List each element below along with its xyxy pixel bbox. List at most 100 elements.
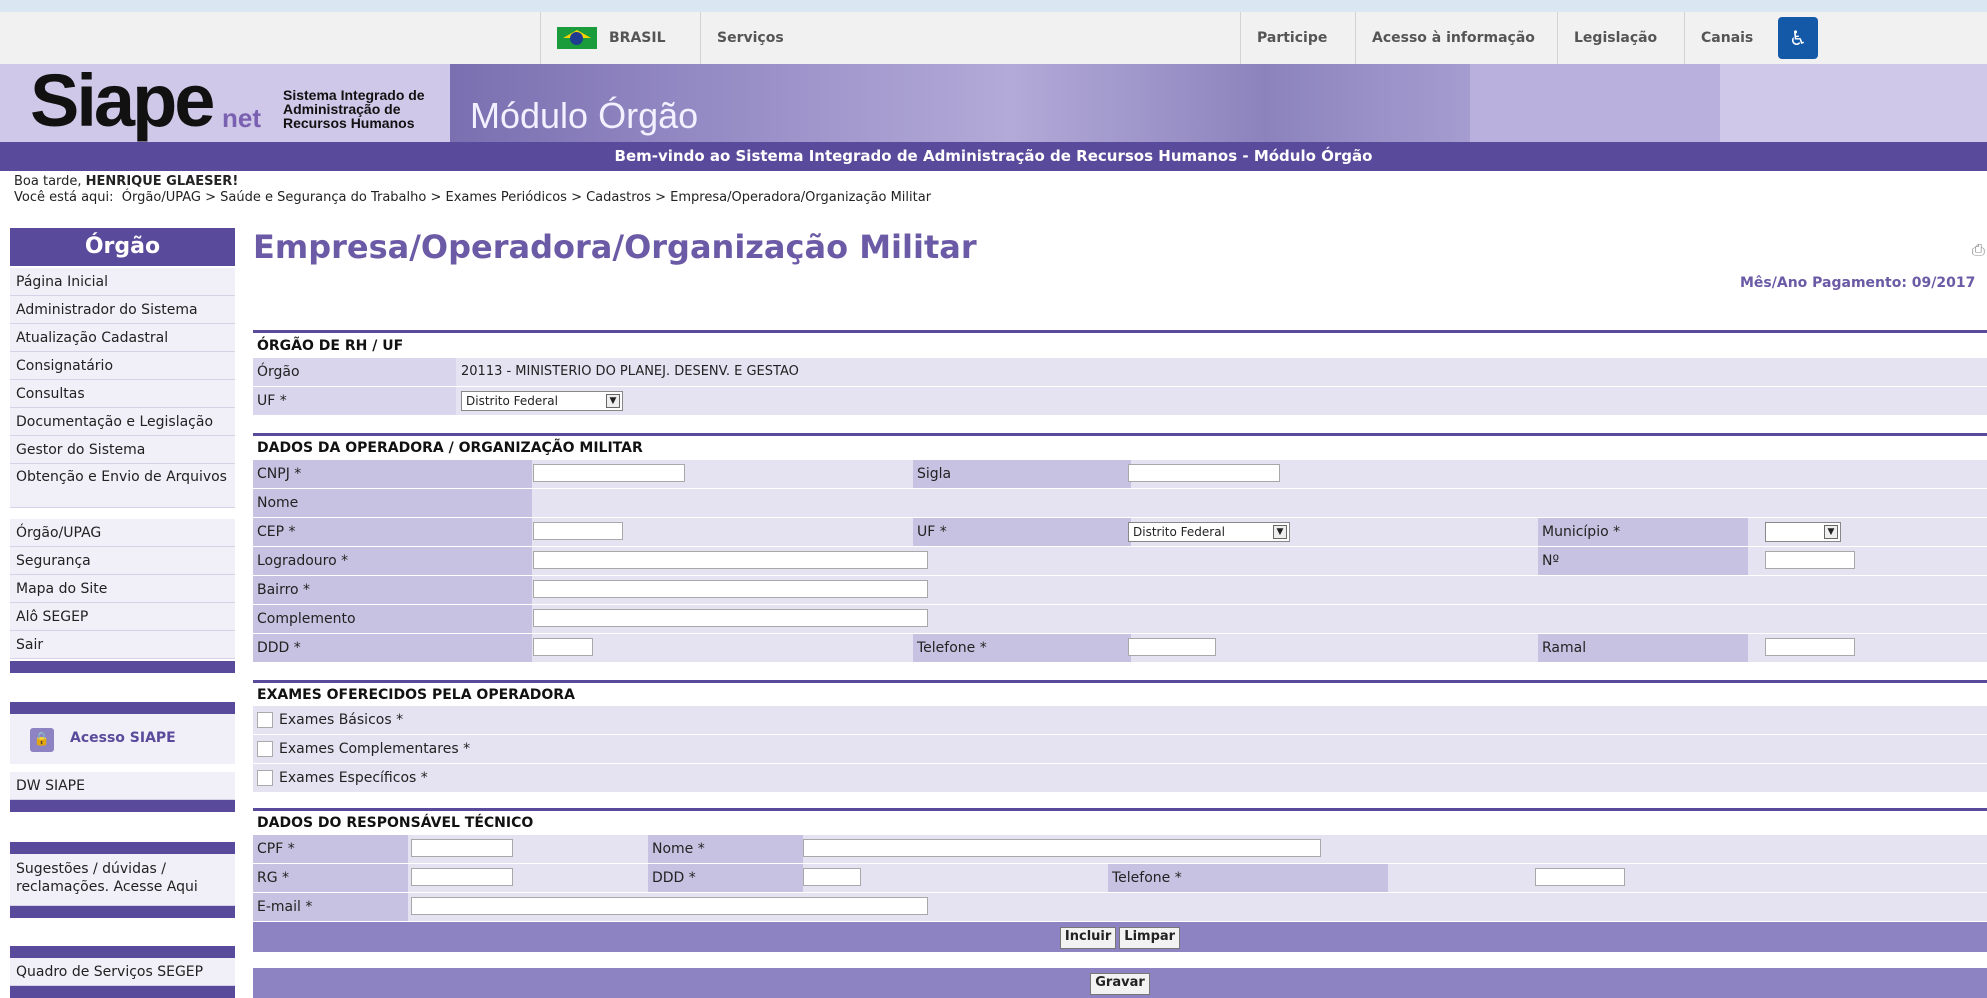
- section-responsavel-title: DADOS DO RESPONSÁVEL TÉCNICO: [257, 815, 534, 831]
- cnpj-row: CNPJ * Sigla: [253, 460, 1987, 489]
- sidebar-divider: [10, 702, 235, 714]
- gov-legislacao-link[interactable]: Legislação: [1557, 12, 1673, 64]
- greeting-user: HENRIQUE GLAESER!: [85, 174, 239, 189]
- label-cell: [1538, 547, 1748, 575]
- exames-complementares-row: Exames Complementares *: [253, 735, 1987, 764]
- cep-label: CEP *: [257, 524, 296, 540]
- bairro-input[interactable]: [533, 580, 928, 598]
- sigla-label: Sigla: [917, 466, 952, 482]
- uf-select-value: Distrito Federal: [466, 394, 558, 408]
- responsavel-buttons-bar: Incluir Limpar: [253, 922, 1987, 952]
- email-input[interactable]: [411, 897, 928, 915]
- email-label: E-mail *: [257, 899, 313, 915]
- exames-basicos-row: Exames Básicos *: [253, 706, 1987, 735]
- nome-resp-label: Nome *: [652, 841, 705, 857]
- logo-subtitle-line2: Administração de: [283, 101, 401, 117]
- sigla-input[interactable]: [1128, 464, 1280, 482]
- sidebar-item-dw-siape[interactable]: DW SIAPE: [10, 772, 235, 800]
- acesso-siape-link[interactable]: 🔒 Acesso SIAPE: [10, 714, 235, 764]
- sidebar-title: Órgão: [10, 228, 235, 266]
- cnpj-input[interactable]: [533, 464, 685, 482]
- exames-complementares-label: Exames Complementares *: [279, 741, 471, 757]
- sidebar-item-sugestoes[interactable]: Sugestões / dúvidas / reclamações. Acess…: [10, 854, 235, 906]
- header-banner-right: [1470, 64, 1720, 142]
- uf-row: UF * Distrito Federal ▼: [253, 387, 1987, 416]
- rg-input[interactable]: [411, 868, 513, 886]
- exames-basicos-checkbox[interactable]: [257, 712, 273, 728]
- gov-servicos-link[interactable]: Serviços: [700, 12, 800, 64]
- section-operadora-title: DADOS DA OPERADORA / ORGANIZAÇÃO MILITAR: [257, 440, 643, 456]
- sidebar-item-consultas[interactable]: Consultas: [10, 380, 235, 408]
- breadcrumb-path[interactable]: Órgão/UPAG > Saúde e Segurança do Trabal…: [122, 190, 931, 205]
- rg-label: RG *: [257, 870, 290, 886]
- sidebar-item-alo-segep[interactable]: Alô SEGEP: [10, 603, 235, 631]
- uf-operadora-label: UF *: [917, 524, 947, 540]
- module-title: Módulo Órgão: [470, 95, 699, 136]
- sidebar-item-sair[interactable]: Sair: [10, 631, 235, 659]
- numero-input[interactable]: [1765, 551, 1855, 569]
- gov-acesso-info-link[interactable]: Acesso à informação: [1355, 12, 1551, 64]
- sidebar-item-gestor[interactable]: Gestor do Sistema: [10, 436, 235, 464]
- sidebar-divider: [10, 661, 235, 673]
- logradouro-input[interactable]: [533, 551, 928, 569]
- rg-row: RG * DDD * Telefone *: [253, 864, 1987, 893]
- uf-select[interactable]: Distrito Federal ▼: [461, 391, 623, 411]
- mes-ano-pagamento: Mês/Ano Pagamento: 09/2017: [1740, 275, 1976, 291]
- nome-row: Nome: [253, 489, 1987, 518]
- limpar-button[interactable]: Limpar: [1119, 927, 1181, 949]
- sidebar-item-obtencao[interactable]: Obtenção e Envio de Arquivos: [10, 464, 235, 508]
- cpf-input[interactable]: [411, 839, 513, 857]
- sidebar-item-orgao-upag[interactable]: Órgão/UPAG: [10, 519, 235, 547]
- telefone-resp-input[interactable]: [1535, 868, 1625, 886]
- gravar-button[interactable]: Gravar: [1090, 973, 1150, 995]
- uf-label: UF *: [257, 393, 287, 409]
- municipio-select[interactable]: ▼: [1765, 522, 1841, 542]
- ddd-resp-input[interactable]: [803, 868, 861, 886]
- page-title: Empresa/Operadora/Organização Militar: [253, 228, 977, 266]
- breadcrumb: Você está aqui: Órgão/UPAG > Saúde e Seg…: [14, 190, 931, 206]
- welcome-bar: Bem-vindo ao Sistema Integrado de Admini…: [0, 142, 1987, 171]
- sidebar-item-pagina-inicial[interactable]: Página Inicial: [10, 268, 235, 296]
- complemento-label: Complemento: [257, 611, 356, 627]
- exames-basicos-option[interactable]: Exames Básicos *: [257, 706, 403, 734]
- sidebar-item-administrador[interactable]: Administrador do Sistema: [10, 296, 235, 324]
- logo-subtitle: Sistema Integrado de Administração de Re…: [283, 88, 433, 130]
- chevron-down-icon: ▼: [606, 394, 620, 408]
- gov-canais-link[interactable]: Canais: [1684, 12, 1769, 64]
- sidebar-item-atualizacao[interactable]: Atualização Cadastral: [10, 324, 235, 352]
- gov-brasil-label: BRASIL: [609, 30, 666, 46]
- bairro-label: Bairro *: [257, 582, 311, 598]
- ddd-resp-label: DDD *: [652, 870, 696, 886]
- complemento-input[interactable]: [533, 609, 928, 627]
- gov-brasil-link[interactable]: BRASIL: [540, 12, 682, 64]
- gov-participe-link[interactable]: Participe: [1240, 12, 1343, 64]
- telefone-input[interactable]: [1128, 638, 1216, 656]
- ddd-input[interactable]: [533, 638, 593, 656]
- ramal-input[interactable]: [1765, 638, 1855, 656]
- sidebar-item-mapa[interactable]: Mapa do Site: [10, 575, 235, 603]
- complemento-row: Complemento: [253, 605, 1987, 634]
- greeting-block: Boa tarde, HENRIQUE GLAESER! Você está a…: [14, 174, 931, 206]
- accessibility-icon[interactable]: ♿: [1778, 17, 1818, 59]
- logo-subtitle-line1: Sistema Integrado de: [283, 87, 425, 103]
- orgao-row: Órgão 20113 - MINISTERIO DO PLANEJ. DESE…: [253, 358, 1987, 387]
- sidebar-item-quadro[interactable]: Quadro de Serviços SEGEP: [10, 958, 235, 986]
- breadcrumb-label: Você está aqui:: [14, 190, 114, 205]
- exames-complementares-checkbox[interactable]: [257, 741, 273, 757]
- exames-especificos-checkbox[interactable]: [257, 770, 273, 786]
- sidebar-item-seguranca[interactable]: Segurança: [10, 547, 235, 575]
- sidebar-item-consignatario[interactable]: Consignatário: [10, 352, 235, 380]
- sidebar-item-documentacao[interactable]: Documentação e Legislação: [10, 408, 235, 436]
- nome-label: Nome: [257, 495, 299, 511]
- exames-complementares-option[interactable]: Exames Complementares *: [257, 735, 470, 763]
- sidebar-divider: [10, 800, 235, 812]
- sidebar-divider: [10, 842, 235, 854]
- incluir-button[interactable]: Incluir: [1059, 927, 1117, 949]
- print-icon[interactable]: ⎙: [1972, 240, 1985, 260]
- uf-operadora-select[interactable]: Distrito Federal ▼: [1128, 522, 1290, 542]
- nome-resp-input[interactable]: [803, 839, 1321, 857]
- greeting-line: Boa tarde, HENRIQUE GLAESER!: [14, 174, 931, 190]
- cep-input[interactable]: [533, 522, 623, 540]
- exames-especificos-row: Exames Específicos *: [253, 764, 1987, 793]
- exames-especificos-option[interactable]: Exames Específicos *: [257, 764, 428, 792]
